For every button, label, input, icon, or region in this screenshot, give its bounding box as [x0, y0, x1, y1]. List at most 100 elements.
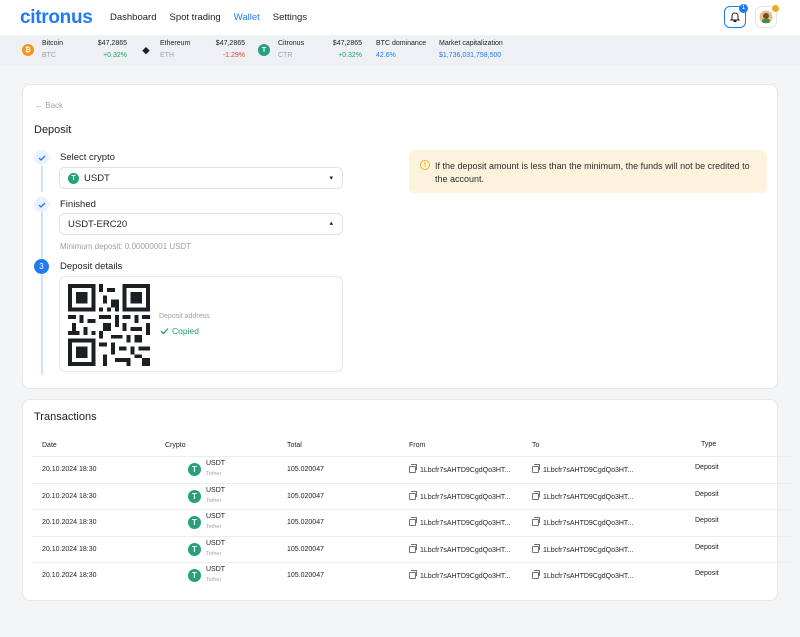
row-date: 20.10.2024 18:30: [42, 572, 97, 579]
copy-icon[interactable]: [532, 543, 540, 553]
copied-label: Copied: [172, 326, 199, 336]
col-total: Total: [287, 442, 302, 449]
table-row[interactable]: 20.10.2024 18:30 T USDT Tether 105.020047 1Lb…: [32, 535, 792, 563]
network-select[interactable]: USDT-ERC20 ▴: [59, 213, 343, 235]
minimum-deposit-hint: Minimum deposit: 0.00000001 USDT: [60, 242, 192, 251]
ticker-btc-dominance: BTC dominance 42.6%: [376, 40, 426, 59]
col-date: Date: [42, 442, 57, 449]
market-cap-value: $1,736,031,758,500: [439, 52, 502, 59]
row-type: Deposit: [695, 570, 719, 577]
tether-icon: T: [188, 542, 201, 556]
step-connector-1: [41, 166, 43, 192]
row-coin-name: Tether: [206, 550, 222, 557]
row-from[interactable]: 1Lbcfr7sAHTD9CgdQo3HT...: [409, 464, 511, 474]
row-type: Deposit: [695, 490, 719, 498]
avatar-status-dot: [772, 5, 779, 12]
row-to-address: 1Lbcfr7sAHTD9CgdQo3HT...: [543, 467, 634, 474]
row-to[interactable]: 1Lbcfr7sAHTD9CgdQo3HT...: [532, 543, 634, 554]
ticker-citronus[interactable]: Citronus CTR: [278, 40, 304, 59]
ticker-ethereum-name: Ethereum: [160, 40, 191, 47]
row-total: 105.020047: [287, 466, 324, 473]
copy-icon[interactable]: [409, 543, 417, 553]
row-total: 105.020047: [287, 519, 324, 526]
row-from[interactable]: 1Lbcfr7sAHTD9CgdQo3HT...: [409, 543, 510, 554]
ticker-bitcoin-price: $47,2865: [97, 40, 127, 47]
network-select-value: USDT-ERC20: [68, 218, 128, 230]
row-to-address: 1Lbcfr7sAHTD9CgdQo3HT...: [543, 520, 634, 527]
top-navbar: citronus Dashboard Spot trading Wallet S…: [0, 0, 800, 35]
row-to-address: 1Lbcfr7sAHTD9CgdQo3HT...: [543, 546, 634, 554]
chevron-down-icon: ▾: [329, 175, 333, 182]
ticker-bitcoin[interactable]: Bitcoin BTC: [42, 40, 63, 59]
step-1-label: Select crypto: [60, 152, 115, 163]
deposit-title: Deposit: [34, 124, 72, 136]
chevron-up-icon: ▴: [329, 220, 333, 227]
ticker-citronus-change: +0.32%: [338, 52, 362, 59]
table-row[interactable]: 20.10.2024 18:30 T USDT Tether 105.020047 1Lb…: [32, 482, 792, 510]
copy-icon[interactable]: [532, 490, 540, 500]
btc-dominance-value: 42.6%: [376, 52, 396, 59]
step-connector-3: [41, 275, 43, 375]
step-connector-2: [41, 212, 43, 258]
nav-spot-trading[interactable]: Spot trading: [169, 12, 220, 23]
row-from[interactable]: 1Lbcfr7sAHTD9CgdQo3HT...: [409, 490, 511, 501]
row-coin-name: Tether: [206, 471, 222, 477]
copy-icon[interactable]: [532, 517, 540, 526]
row-from-address: 1Lbcfr7sAHTD9CgdQo3HT...: [420, 493, 511, 501]
col-type: Type: [701, 441, 717, 448]
table-row[interactable]: 20.10.2024 18:30 T USDT Tether 105.020047 1Lb…: [32, 562, 792, 589]
deposit-details-box: Deposit address Copied: [59, 276, 343, 372]
row-from[interactable]: 1Lbcfr7sAHTD9CgdQo3HT...: [409, 517, 511, 527]
table-row[interactable]: 20.10.2024 18:30 T USDT Tether 105.020047 1Lb…: [32, 456, 792, 483]
row-coin: USDT: [206, 539, 226, 547]
row-total: 105.020047: [287, 545, 324, 553]
row-to[interactable]: 1Lbcfr7sAHTD9CgdQo3HT...: [532, 464, 634, 474]
row-to-address: 1Lbcfr7sAHTD9CgdQo3HT...: [543, 573, 634, 580]
row-to[interactable]: 1Lbcfr7sAHTD9CgdQo3HT...: [532, 517, 634, 527]
table-row[interactable]: 20.10.2024 18:30 T USDT Tether 105.020047 1Lb…: [32, 509, 792, 536]
info-icon: !: [420, 160, 430, 170]
crypto-select-value: USDT: [84, 172, 110, 184]
minimum-deposit-warning: ! If the deposit amount is less than the…: [409, 150, 767, 193]
ticker-bitcoin-name: Bitcoin: [42, 40, 64, 47]
tether-icon: T: [68, 172, 79, 184]
row-coin-name: Tether: [206, 497, 222, 504]
ticker-ethereum-symbol: ETH: [160, 52, 174, 59]
row-coin: USDT: [206, 513, 226, 520]
ticker-citronus-symbol: CTR: [278, 52, 293, 59]
tether-icon: T: [188, 463, 201, 476]
row-from[interactable]: 1Lbcfr7sAHTD9CgdQo3HT...: [409, 570, 511, 580]
col-from: From: [409, 442, 426, 449]
ticker-ethereum[interactable]: Ethereum ETH: [160, 40, 190, 59]
copy-icon[interactable]: [409, 490, 417, 500]
app-logo[interactable]: citronus: [20, 7, 93, 29]
transactions-card: Transactions Date Crypto Total From To T…: [22, 399, 792, 601]
row-to[interactable]: 1Lbcfr7sAHTD9CgdQo3HT...: [532, 490, 634, 501]
back-link[interactable]: ← Back: [35, 101, 63, 110]
citronus-coin-icon: T: [258, 44, 270, 56]
copy-icon[interactable]: [409, 517, 417, 526]
row-date: 20.10.2024 18:30: [42, 466, 97, 473]
copy-icon[interactable]: [532, 464, 540, 473]
row-from-address: 1Lbcfr7sAHTD9CgdQo3HT...: [420, 467, 511, 474]
step-2-label: Finished: [60, 199, 96, 210]
qr-code[interactable]: [68, 284, 150, 366]
ticker-market-cap: Market capitalization $1,736,031,758,500: [439, 40, 503, 59]
copy-icon[interactable]: [532, 570, 540, 579]
row-to[interactable]: 1Lbcfr7sAHTD9CgdQo3HT...: [532, 570, 634, 580]
bitcoin-icon: ₿: [22, 44, 34, 56]
row-type: Deposit: [695, 517, 719, 524]
row-total: 105.020047: [287, 572, 324, 579]
copied-status[interactable]: Copied: [160, 326, 199, 336]
row-to-address: 1Lbcfr7sAHTD9CgdQo3HT...: [543, 493, 634, 501]
nav-settings[interactable]: Settings: [273, 12, 307, 23]
copy-icon[interactable]: [409, 570, 417, 579]
nav-wallet[interactable]: Wallet: [234, 12, 260, 23]
row-from-address: 1Lbcfr7sAHTD9CgdQo3HT...: [420, 573, 511, 580]
arrow-left-icon: ←: [35, 101, 46, 110]
tether-icon: T: [188, 569, 201, 582]
nav-dashboard[interactable]: Dashboard: [110, 12, 156, 23]
copy-icon[interactable]: [409, 464, 417, 473]
crypto-select[interactable]: T USDT ▾: [59, 167, 343, 189]
row-from-address: 1Lbcfr7sAHTD9CgdQo3HT...: [420, 520, 511, 527]
